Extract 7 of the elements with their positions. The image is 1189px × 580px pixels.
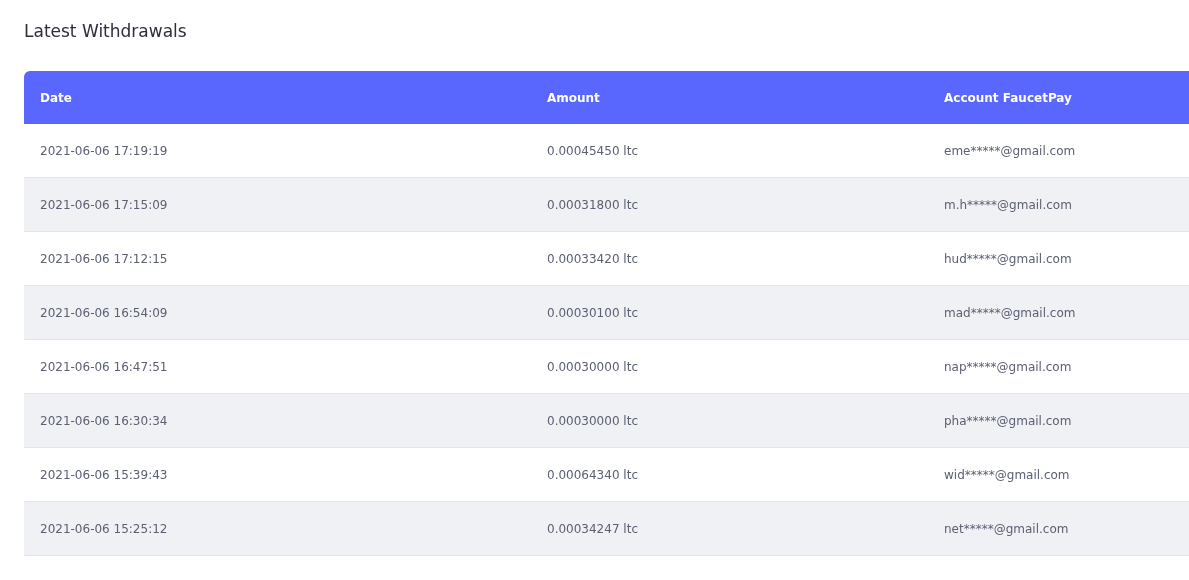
table-cell: net*****@gmail.com bbox=[928, 502, 1189, 556]
column-header: Date bbox=[24, 71, 531, 124]
section-title: Latest Withdrawals bbox=[24, 21, 187, 41]
table-cell: 2021-06-06 15:25:12 bbox=[24, 502, 531, 556]
table-cell: 0.00034247 ltc bbox=[531, 502, 928, 556]
column-header: Amount bbox=[531, 71, 928, 124]
column-header: Account FaucetPay bbox=[928, 71, 1189, 124]
